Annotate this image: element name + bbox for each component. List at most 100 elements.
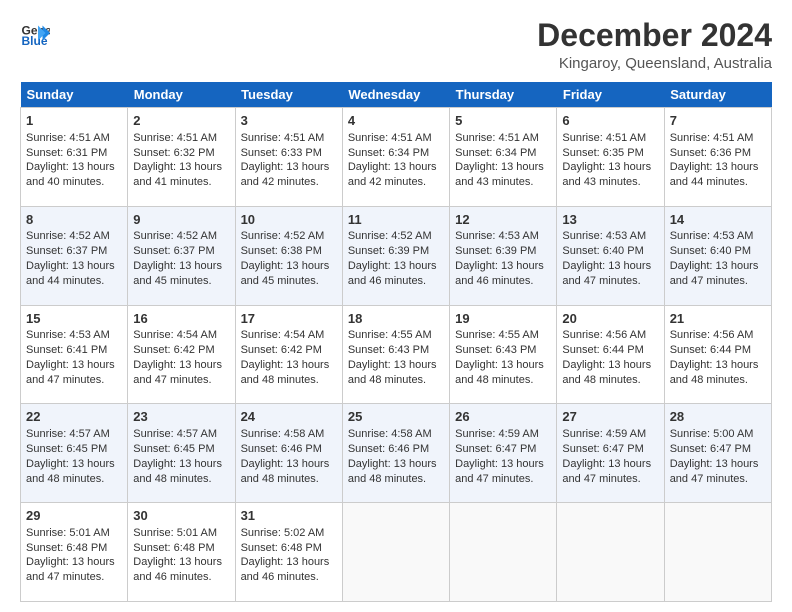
cell-detail: Sunrise: 4:57 AM xyxy=(26,427,122,442)
cell-detail: Daylight: 13 hours xyxy=(241,259,337,274)
cell-detail: Sunset: 6:37 PM xyxy=(26,244,122,259)
cell-detail: Daylight: 13 hours xyxy=(455,259,551,274)
cell-detail: Sunrise: 5:00 AM xyxy=(670,427,766,442)
cell-detail: Sunset: 6:40 PM xyxy=(670,244,766,259)
cell-detail: and 45 minutes. xyxy=(133,274,229,289)
cell-detail: Sunset: 6:44 PM xyxy=(562,343,658,358)
cell-detail: Sunset: 6:42 PM xyxy=(133,343,229,358)
day-number: 9 xyxy=(133,211,229,229)
cell-detail: Sunrise: 4:51 AM xyxy=(562,131,658,146)
week-row-2: 8Sunrise: 4:52 AMSunset: 6:37 PMDaylight… xyxy=(21,206,772,305)
cell-detail: Sunrise: 4:53 AM xyxy=(670,229,766,244)
cell-detail: and 47 minutes. xyxy=(26,373,122,388)
calendar-cell: 7Sunrise: 4:51 AMSunset: 6:36 PMDaylight… xyxy=(664,108,771,207)
cell-detail: Daylight: 13 hours xyxy=(670,358,766,373)
cell-detail: Sunset: 6:38 PM xyxy=(241,244,337,259)
calendar-cell: 9Sunrise: 4:52 AMSunset: 6:37 PMDaylight… xyxy=(128,206,235,305)
cell-detail: Sunset: 6:45 PM xyxy=(133,442,229,457)
cell-detail: Sunset: 6:48 PM xyxy=(133,541,229,556)
calendar-cell: 8Sunrise: 4:52 AMSunset: 6:37 PMDaylight… xyxy=(21,206,128,305)
cell-detail: Sunset: 6:39 PM xyxy=(348,244,444,259)
col-header-thursday: Thursday xyxy=(450,82,557,108)
cell-detail: Daylight: 13 hours xyxy=(26,259,122,274)
day-number: 2 xyxy=(133,112,229,130)
cell-detail: Daylight: 13 hours xyxy=(455,358,551,373)
cell-detail: Daylight: 13 hours xyxy=(26,555,122,570)
cell-detail: and 46 minutes. xyxy=(133,570,229,585)
calendar-cell: 17Sunrise: 4:54 AMSunset: 6:42 PMDayligh… xyxy=(235,305,342,404)
cell-detail: Sunset: 6:47 PM xyxy=(670,442,766,457)
cell-detail: and 48 minutes. xyxy=(670,373,766,388)
cell-detail: Sunrise: 4:51 AM xyxy=(133,131,229,146)
cell-detail: and 48 minutes. xyxy=(348,373,444,388)
cell-detail: Sunrise: 5:02 AM xyxy=(241,526,337,541)
cell-detail: Daylight: 13 hours xyxy=(26,160,122,175)
calendar-cell: 31Sunrise: 5:02 AMSunset: 6:48 PMDayligh… xyxy=(235,503,342,602)
calendar-cell xyxy=(342,503,449,602)
logo: General Blue xyxy=(20,18,50,48)
cell-detail: Sunset: 6:42 PM xyxy=(241,343,337,358)
cell-detail: and 47 minutes. xyxy=(670,472,766,487)
calendar-cell: 30Sunrise: 5:01 AMSunset: 6:48 PMDayligh… xyxy=(128,503,235,602)
day-number: 4 xyxy=(348,112,444,130)
cell-detail: Daylight: 13 hours xyxy=(241,457,337,472)
cell-detail: Daylight: 13 hours xyxy=(133,358,229,373)
cell-detail: and 42 minutes. xyxy=(241,175,337,190)
calendar-cell: 18Sunrise: 4:55 AMSunset: 6:43 PMDayligh… xyxy=(342,305,449,404)
calendar-cell: 3Sunrise: 4:51 AMSunset: 6:33 PMDaylight… xyxy=(235,108,342,207)
cell-detail: and 48 minutes. xyxy=(241,373,337,388)
day-number: 15 xyxy=(26,310,122,328)
cell-detail: and 48 minutes. xyxy=(455,373,551,388)
cell-detail: Daylight: 13 hours xyxy=(562,457,658,472)
cell-detail: Sunset: 6:46 PM xyxy=(241,442,337,457)
calendar-cell: 24Sunrise: 4:58 AMSunset: 6:46 PMDayligh… xyxy=(235,404,342,503)
cell-detail: Sunrise: 4:52 AM xyxy=(241,229,337,244)
day-number: 23 xyxy=(133,408,229,426)
cell-detail: Sunset: 6:48 PM xyxy=(26,541,122,556)
week-row-5: 29Sunrise: 5:01 AMSunset: 6:48 PMDayligh… xyxy=(21,503,772,602)
main-title: December 2024 xyxy=(537,18,772,53)
cell-detail: and 41 minutes. xyxy=(133,175,229,190)
calendar-cell: 28Sunrise: 5:00 AMSunset: 6:47 PMDayligh… xyxy=(664,404,771,503)
cell-detail: Sunrise: 4:58 AM xyxy=(241,427,337,442)
day-number: 16 xyxy=(133,310,229,328)
cell-detail: Sunrise: 4:52 AM xyxy=(133,229,229,244)
day-number: 13 xyxy=(562,211,658,229)
header-row: SundayMondayTuesdayWednesdayThursdayFrid… xyxy=(21,82,772,108)
cell-detail: Sunrise: 4:51 AM xyxy=(670,131,766,146)
week-row-3: 15Sunrise: 4:53 AMSunset: 6:41 PMDayligh… xyxy=(21,305,772,404)
title-block: December 2024 Kingaroy, Queensland, Aust… xyxy=(537,18,772,72)
calendar-cell: 1Sunrise: 4:51 AMSunset: 6:31 PMDaylight… xyxy=(21,108,128,207)
cell-detail: Sunrise: 5:01 AM xyxy=(26,526,122,541)
calendar-cell: 12Sunrise: 4:53 AMSunset: 6:39 PMDayligh… xyxy=(450,206,557,305)
day-number: 6 xyxy=(562,112,658,130)
calendar-cell: 25Sunrise: 4:58 AMSunset: 6:46 PMDayligh… xyxy=(342,404,449,503)
cell-detail: Sunset: 6:43 PM xyxy=(348,343,444,358)
cell-detail: Daylight: 13 hours xyxy=(455,160,551,175)
cell-detail: Sunset: 6:35 PM xyxy=(562,146,658,161)
calendar-cell xyxy=(450,503,557,602)
cell-detail: Sunrise: 4:52 AM xyxy=(26,229,122,244)
cell-detail: and 47 minutes. xyxy=(562,274,658,289)
day-number: 7 xyxy=(670,112,766,130)
cell-detail: and 43 minutes. xyxy=(455,175,551,190)
cell-detail: Sunrise: 4:56 AM xyxy=(670,328,766,343)
col-header-tuesday: Tuesday xyxy=(235,82,342,108)
day-number: 22 xyxy=(26,408,122,426)
week-row-1: 1Sunrise: 4:51 AMSunset: 6:31 PMDaylight… xyxy=(21,108,772,207)
cell-detail: Sunrise: 4:57 AM xyxy=(133,427,229,442)
day-number: 3 xyxy=(241,112,337,130)
calendar-cell: 4Sunrise: 4:51 AMSunset: 6:34 PMDaylight… xyxy=(342,108,449,207)
col-header-saturday: Saturday xyxy=(664,82,771,108)
calendar-cell: 29Sunrise: 5:01 AMSunset: 6:48 PMDayligh… xyxy=(21,503,128,602)
day-number: 8 xyxy=(26,211,122,229)
cell-detail: Sunset: 6:44 PM xyxy=(670,343,766,358)
cell-detail: Sunrise: 5:01 AM xyxy=(133,526,229,541)
cell-detail: Sunset: 6:39 PM xyxy=(455,244,551,259)
cell-detail: and 47 minutes. xyxy=(26,570,122,585)
cell-detail: Daylight: 13 hours xyxy=(133,555,229,570)
cell-detail: and 43 minutes. xyxy=(562,175,658,190)
day-number: 10 xyxy=(241,211,337,229)
cell-detail: Daylight: 13 hours xyxy=(562,358,658,373)
cell-detail: Sunrise: 4:53 AM xyxy=(26,328,122,343)
